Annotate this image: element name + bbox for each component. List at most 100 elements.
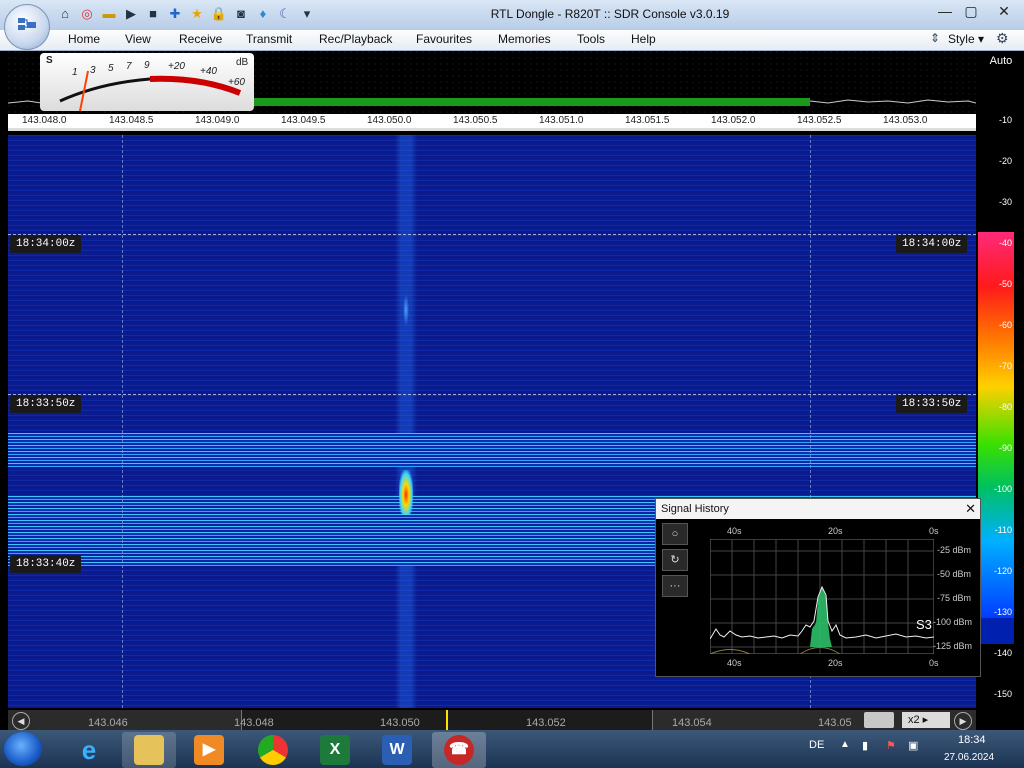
zoom-selector[interactable]: x2 ▸ [902, 712, 950, 728]
menu-transmit[interactable]: Transmit [246, 32, 292, 46]
colour-bar[interactable] [978, 232, 1014, 618]
scroll-left-icon[interactable]: ◀ [12, 712, 30, 730]
db-tick: -150 [993, 689, 1012, 699]
sdr-console-window: ⌂ ◎ ▬ ▶ ■ ✚ ★ 🔒 ◙ ♦ ☾ ▾ RTL Dongle - R82… [0, 0, 1024, 768]
lock-icon[interactable]: 🔒 [210, 5, 228, 23]
s-meter-tick-40: +40 [200, 66, 217, 77]
app-menu-orb[interactable] [4, 4, 50, 50]
style-label: Style [947, 32, 975, 46]
chrome-icon[interactable] [246, 732, 300, 768]
menu-tools[interactable]: Tools [577, 32, 605, 46]
home-icon[interactable]: ⌂ [56, 5, 74, 23]
start-button[interactable] [4, 732, 42, 766]
timestamp-right: 18:33:50z [896, 395, 968, 413]
signal-history-panel: Signal History ✕ ○ ↻ ··· 40s 20s 0s -25 … [655, 498, 981, 677]
timestamp-left: 18:33:50z [10, 395, 82, 413]
freq-tick: 143.048.5 [109, 115, 154, 126]
overview-tick: 143.048 [234, 717, 274, 729]
overview-tick: 143.054 [672, 717, 712, 729]
auto-scale-button[interactable]: Auto [978, 55, 1024, 67]
filter-passband[interactable] [248, 98, 810, 106]
signal-history-title: Signal History [661, 503, 729, 515]
history-axis-top: 20s [828, 526, 843, 536]
db-tick: -110 [994, 525, 1012, 535]
timestamp-left: 18:33:40z [10, 555, 82, 573]
media-player-icon[interactable]: ▶ [182, 732, 236, 768]
window-controls: — ▢ ✕ [932, 0, 1024, 22]
excel-icon[interactable]: X [308, 732, 362, 768]
freq-tick: 143.052.5 [797, 115, 842, 126]
lifebuoy-icon[interactable]: ◎ [78, 5, 96, 23]
more-options-button[interactable]: ··· [662, 575, 688, 597]
db-tick: -60 [998, 320, 1012, 330]
keyboard-icon[interactable] [864, 712, 894, 728]
drop-icon[interactable]: ♦ [254, 5, 272, 23]
menu-rec-playback[interactable]: Rec/Playback [319, 32, 392, 46]
show-hidden-icons-icon[interactable]: ▲ [840, 739, 850, 750]
add-icon[interactable]: ✚ [166, 5, 184, 23]
overview-tick: 143.050 [380, 717, 420, 729]
explorer-icon[interactable] [122, 732, 176, 768]
stop-icon[interactable]: ■ [144, 5, 162, 23]
camera-icon[interactable]: ◙ [232, 5, 250, 23]
scroll-right-icon[interactable]: ▶ [954, 712, 972, 730]
ie-icon[interactable]: e [62, 732, 116, 768]
settings-gear-icon[interactable]: ⚙ [996, 30, 1009, 47]
noise-band [8, 433, 976, 467]
db-tick: -130 [993, 607, 1012, 617]
ribbon-menu: Home View Receive Transmit Rec/Playback … [0, 30, 1024, 51]
folder-icon[interactable]: ▬ [100, 5, 118, 23]
language-indicator[interactable]: DE [809, 739, 824, 751]
ribbon-minimize-icon[interactable]: ⇕ [930, 31, 940, 45]
timestamp-left: 18:34:00z [10, 235, 82, 253]
s-reading: S3 [916, 617, 932, 632]
history-axis-bottom: 40s [727, 658, 742, 668]
menu-memories[interactable]: Memories [498, 32, 551, 46]
clock-date[interactable]: 27.06.2024 [944, 752, 994, 763]
s-meter-tick-20: +20 [168, 61, 185, 72]
play-icon[interactable]: ▶ [122, 5, 140, 23]
sdr-console-icon[interactable]: ☎ [432, 732, 486, 768]
history-axis-bottom: 20s [828, 658, 843, 668]
word-icon[interactable]: W [370, 732, 424, 768]
moon-icon[interactable]: ☾ [276, 5, 294, 23]
quick-access-toolbar: ⌂ ◎ ▬ ▶ ■ ✚ ★ 🔒 ◙ ♦ ☾ ▾ [56, 5, 316, 23]
s-meter-tick-1: 1 [72, 67, 78, 78]
history-db-level: -50 dBm [937, 569, 972, 579]
history-axis-bottom: 0s [929, 658, 939, 668]
spectrum-display[interactable]: S 1 3 5 7 9 +20 +40 +60 dB [8, 51, 976, 114]
history-db-level: -75 dBm [937, 593, 972, 603]
history-axis-top: 0s [929, 526, 939, 536]
signal-history-header[interactable]: Signal History ✕ [656, 499, 980, 519]
band-overview-slider[interactable]: ◀ 143.046 143.048 143.050 143.052 143.05… [8, 710, 976, 730]
close-icon[interactable]: ✕ [965, 501, 976, 517]
menu-receive[interactable]: Receive [179, 32, 222, 46]
minimize-icon[interactable]: — [932, 0, 958, 22]
record-toggle-button[interactable]: ○ [662, 523, 688, 545]
close-icon[interactable]: ✕ [984, 0, 1024, 22]
star-icon[interactable]: ★ [188, 5, 206, 23]
style-menu[interactable]: Style ▾ [948, 32, 984, 46]
tray-flag-icon[interactable]: ⚑ [886, 739, 896, 752]
menu-view[interactable]: View [125, 32, 151, 46]
db-tick: -140 [993, 648, 1012, 658]
menu-home[interactable]: Home [68, 32, 100, 46]
reset-button[interactable]: ↻ [662, 549, 688, 571]
window-title: RTL Dongle - R820T :: SDR Console v3.0.1… [490, 7, 730, 21]
menu-favourites[interactable]: Favourites [416, 32, 472, 46]
freq-tick: 143.049.0 [195, 115, 240, 126]
db-tick: -40 [998, 238, 1012, 248]
history-axis-top: 40s [727, 526, 742, 536]
tray-device-icon[interactable]: ▮ [862, 739, 868, 752]
dropdown-icon[interactable]: ▾ [298, 5, 316, 23]
menu-help[interactable]: Help [631, 32, 656, 46]
db-tick: -20 [998, 156, 1012, 166]
frequency-ruler[interactable]: 143.048.0 143.048.5 143.049.0 143.049.5 … [8, 114, 976, 131]
maximize-icon[interactable]: ▢ [958, 0, 984, 22]
overview-tick: 143.052 [526, 717, 566, 729]
history-db-level: -125 dBm [933, 641, 973, 651]
tray-network-icon[interactable]: ▣ [908, 739, 918, 752]
clock-time[interactable]: 18:34 [958, 734, 986, 746]
db-tick: -120 [993, 566, 1012, 576]
db-tick: -10 [998, 115, 1012, 125]
